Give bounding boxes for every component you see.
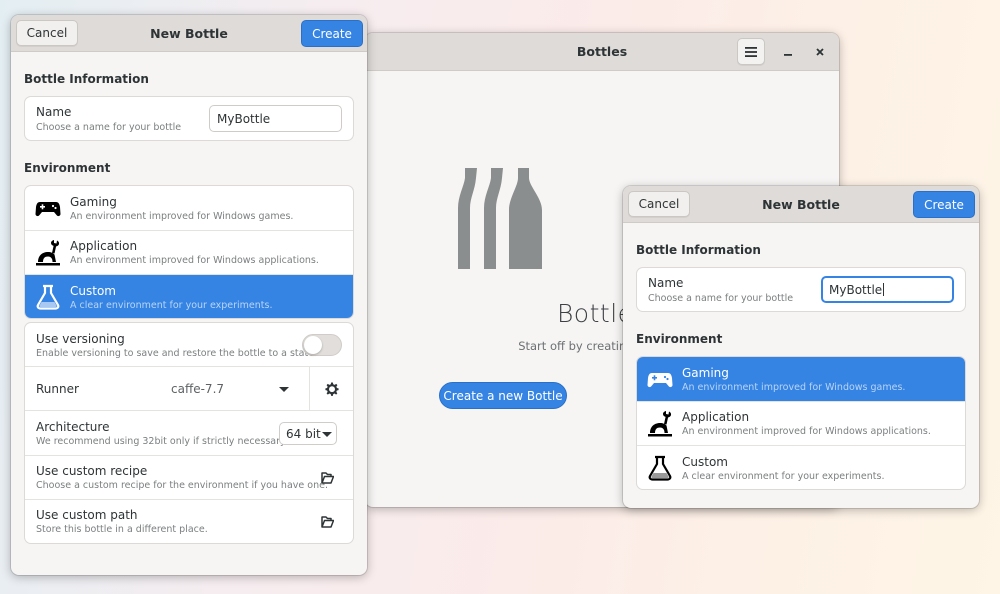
environment-subtitle-gaming: An environment improved for Windows game…	[682, 382, 906, 393]
name-sublabel: Choose a name for your bottle	[648, 293, 794, 304]
name-label: Name	[648, 276, 684, 290]
environment-title-gaming: Gaming	[70, 195, 117, 209]
environment-title-application: Application	[682, 410, 750, 424]
main-menu-button[interactable]	[737, 38, 765, 65]
environment-subtitle-application: An environment improved for Windows appl…	[682, 426, 931, 437]
environment-title-gaming: Gaming	[682, 366, 729, 380]
environment-title: Environment	[24, 161, 111, 175]
versioning-title: Use versioning	[36, 332, 125, 346]
new-bottle-dialog-right: Cancel New Bottle Create Bottle Informat…	[623, 186, 979, 508]
name-input[interactable]: MyBottle	[821, 276, 954, 303]
runner-row: Runner caffe-7.7	[25, 367, 353, 411]
hamburger-menu-icon	[745, 46, 757, 57]
versioning-switch[interactable]	[302, 334, 342, 356]
environment-title-custom: Custom	[70, 284, 116, 298]
gamepad-icon	[647, 373, 673, 388]
custom-recipe-title: Use custom recipe	[36, 464, 148, 478]
name-input-value: MyBottle	[829, 282, 883, 297]
dialog-right-headerbar: Cancel New Bottle Create	[623, 186, 979, 223]
create-button[interactable]: Create	[913, 191, 975, 218]
bottle-info-title: Bottle Information	[24, 72, 149, 86]
custom-path-title: Use custom path	[36, 508, 138, 522]
environment-subtitle-gaming: An environment improved for Windows game…	[70, 211, 294, 222]
name-input-value: MyBottle	[217, 111, 271, 126]
architecture-dropdown-arrow-icon	[322, 432, 332, 437]
runner-value: caffe-7.7	[171, 382, 225, 396]
options-list: Use versioning Enable versioning to save…	[24, 322, 354, 544]
versioning-switch-knob	[304, 336, 322, 354]
environment-title: Environment	[636, 332, 723, 346]
gear-icon	[325, 382, 339, 396]
text-caret	[883, 283, 885, 296]
environment-row-custom[interactable]: Custom A clear environment for your expe…	[25, 275, 353, 318]
environment-row-application[interactable]: Application An environment improved for …	[637, 402, 965, 446]
architecture-row: Architecture We recommend using 32bit on…	[25, 411, 353, 456]
name-card: Name Choose a name for your bottle MyBot…	[24, 96, 354, 141]
flask-icon	[648, 455, 672, 481]
environment-list: Gaming An environment improved for Windo…	[24, 185, 354, 319]
environment-subtitle-custom: A clear environment for your experiments…	[682, 471, 885, 482]
custom-recipe-subtitle: Choose a custom recipe for the environme…	[36, 480, 328, 491]
create-new-bottle-button[interactable]: Create a new Bottle	[439, 382, 567, 409]
runner-dropdown[interactable]: caffe-7.7	[135, 367, 305, 411]
environment-subtitle-application: An environment improved for Windows appl…	[70, 255, 319, 266]
name-card: Name Choose a name for your bottle MyBot…	[636, 267, 966, 312]
architecture-subtitle: We recommend using 32bit only if strictl…	[36, 436, 286, 447]
folder-open-icon[interactable]	[321, 516, 334, 528]
bottle-info-title: Bottle Information	[636, 243, 761, 257]
application-icon	[36, 240, 60, 266]
environment-row-custom[interactable]: Custom A clear environment for your expe…	[637, 446, 965, 489]
environment-row-application[interactable]: Application An environment improved for …	[25, 231, 353, 275]
folder-open-icon[interactable]	[321, 472, 334, 484]
runner-title: Runner	[36, 382, 79, 396]
name-label: Name	[36, 105, 72, 119]
custom-path-row[interactable]: Use custom path Store this bottle in a d…	[25, 500, 353, 543]
environment-row-gaming[interactable]: Gaming An environment improved for Windo…	[637, 357, 965, 402]
runner-settings-button[interactable]	[310, 367, 353, 411]
create-button[interactable]: Create	[301, 20, 363, 47]
architecture-value: 64 bit	[286, 426, 321, 441]
main-headerbar: Bottles	[365, 33, 839, 71]
main-window-title: Bottles	[576, 44, 628, 59]
close-icon	[816, 48, 824, 56]
bottles-logo-icon	[458, 168, 542, 269]
name-input[interactable]: MyBottle	[209, 105, 342, 132]
environment-list: Gaming An environment improved for Windo…	[636, 356, 966, 490]
custom-path-subtitle: Store this bottle in a different place.	[36, 524, 208, 535]
environment-subtitle-custom: A clear environment for your experiments…	[70, 300, 273, 311]
name-sublabel: Choose a name for your bottle	[36, 122, 182, 133]
flask-icon	[36, 284, 60, 310]
versioning-subtitle: Enable versioning to save and restore th…	[36, 348, 318, 359]
close-button[interactable]	[809, 41, 831, 63]
architecture-dropdown[interactable]: 64 bit	[279, 422, 337, 445]
dialog-left-headerbar: Cancel New Bottle Create	[11, 15, 367, 52]
minimize-button[interactable]	[777, 41, 799, 63]
minimize-icon	[784, 54, 792, 56]
environment-title-application: Application	[70, 239, 138, 253]
architecture-title: Architecture	[36, 420, 110, 434]
versioning-row: Use versioning Enable versioning to save…	[25, 323, 353, 367]
environment-row-gaming[interactable]: Gaming An environment improved for Windo…	[25, 186, 353, 231]
gamepad-icon	[35, 202, 61, 217]
environment-title-custom: Custom	[682, 455, 728, 469]
runner-dropdown-arrow-icon	[279, 387, 289, 392]
custom-recipe-row[interactable]: Use custom recipe Choose a custom recipe…	[25, 456, 353, 500]
application-icon	[648, 411, 672, 437]
new-bottle-dialog-left: Cancel New Bottle Create Bottle Informat…	[11, 15, 367, 575]
